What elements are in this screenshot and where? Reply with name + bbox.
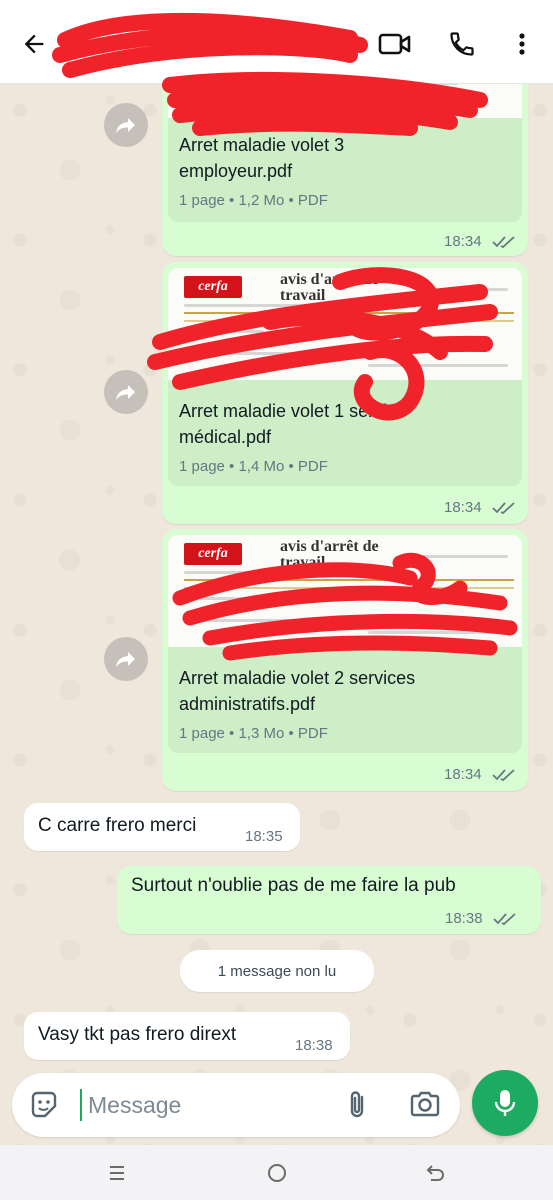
message-time: 18:34	[444, 499, 482, 516]
cerfa-logo: cerfa	[184, 543, 242, 565]
unread-messages-divider: 1 message non lu	[180, 950, 374, 992]
video-call-button[interactable]	[376, 26, 414, 62]
message-time: 18:38	[295, 1037, 333, 1054]
voice-message-button[interactable]	[472, 1070, 538, 1136]
document-name: Arret maladie volet 2 services administr…	[179, 668, 416, 714]
outgoing-message[interactable]: Surtout n'oublie pas de me faire la pub …	[117, 866, 541, 934]
document-message[interactable]: cerfa avis d'arrêt de travail Arret mala…	[162, 262, 528, 524]
incoming-message[interactable]: Vasy tkt pas frero dirext 18:38	[24, 1012, 350, 1060]
document-meta: 1 page • 1,3 Mo • PDF	[179, 725, 328, 742]
home-button[interactable]	[262, 1159, 292, 1187]
document-name: Arret maladie volet 1 service médical.pd…	[179, 401, 407, 447]
arrow-left-icon	[24, 34, 44, 54]
recents-button[interactable]	[102, 1159, 132, 1187]
paperclip-icon	[350, 1091, 364, 1118]
message-text: C carre frero merci	[38, 815, 197, 836]
document-preview: cerfa avis d'arrêt de travail	[168, 535, 522, 647]
message-time: 18:34	[444, 766, 482, 783]
contact-name[interactable]	[62, 20, 362, 64]
double-check-icon	[493, 913, 516, 926]
message-time: 18:35	[245, 828, 283, 845]
system-navigation-bar	[0, 1145, 553, 1200]
phone-icon	[450, 32, 474, 56]
video-camera-icon	[378, 33, 411, 55]
message-time: 18:34	[444, 233, 482, 250]
camera-icon	[410, 1091, 440, 1117]
nav-back-button[interactable]	[421, 1159, 451, 1187]
recents-icon	[110, 1166, 124, 1180]
message-time: 18:38	[445, 910, 483, 927]
back-button[interactable]	[16, 26, 52, 62]
nav-back-icon	[426, 1165, 444, 1181]
more-options-button[interactable]	[508, 26, 536, 62]
double-check-icon	[492, 502, 515, 515]
forward-button[interactable]	[104, 637, 148, 681]
cerfa-logo: cerfa	[184, 276, 242, 298]
message-composer	[12, 1073, 460, 1137]
camera-button[interactable]	[408, 1089, 444, 1121]
message-input[interactable]	[88, 1085, 338, 1125]
forward-button[interactable]	[104, 370, 148, 414]
text-cursor	[80, 1089, 82, 1121]
voice-call-button[interactable]	[444, 26, 480, 62]
microphone-icon	[494, 1090, 516, 1116]
document-name: Arret maladie volet 3 employeur.pdf	[179, 135, 345, 181]
double-check-icon	[492, 769, 515, 782]
form-title: avis d'arrêt de travail	[280, 538, 379, 571]
document-preview: cerfa avis d'arrêt de travail	[168, 268, 522, 380]
document-meta: 1 page • 1,4 Mo • PDF	[179, 458, 328, 475]
document-message[interactable]: Arret maladie volet 3 employeur.pdf 1 pa…	[162, 60, 528, 256]
message-text: Surtout n'oublie pas de me faire la pub	[131, 875, 456, 896]
more-vert-icon	[519, 33, 525, 55]
double-check-icon	[492, 236, 515, 249]
forward-icon	[116, 118, 135, 133]
home-icon	[268, 1164, 286, 1182]
forward-icon	[116, 652, 135, 667]
document-message[interactable]: cerfa avis d'arrêt de travail Arret mala…	[162, 529, 528, 791]
chat-header	[0, 0, 553, 84]
attach-button[interactable]	[342, 1089, 374, 1121]
document-meta: 1 page • 1,2 Mo • PDF	[179, 192, 328, 209]
incoming-message[interactable]: C carre frero merci 18:35	[24, 803, 300, 851]
form-title: avis d'arrêt de travail	[280, 271, 379, 304]
sticker-button[interactable]	[28, 1089, 60, 1121]
message-text: Vasy tkt pas frero dirext	[38, 1024, 237, 1045]
forward-icon	[116, 385, 135, 400]
sticker-icon	[31, 1091, 57, 1118]
forward-button[interactable]	[104, 103, 148, 147]
